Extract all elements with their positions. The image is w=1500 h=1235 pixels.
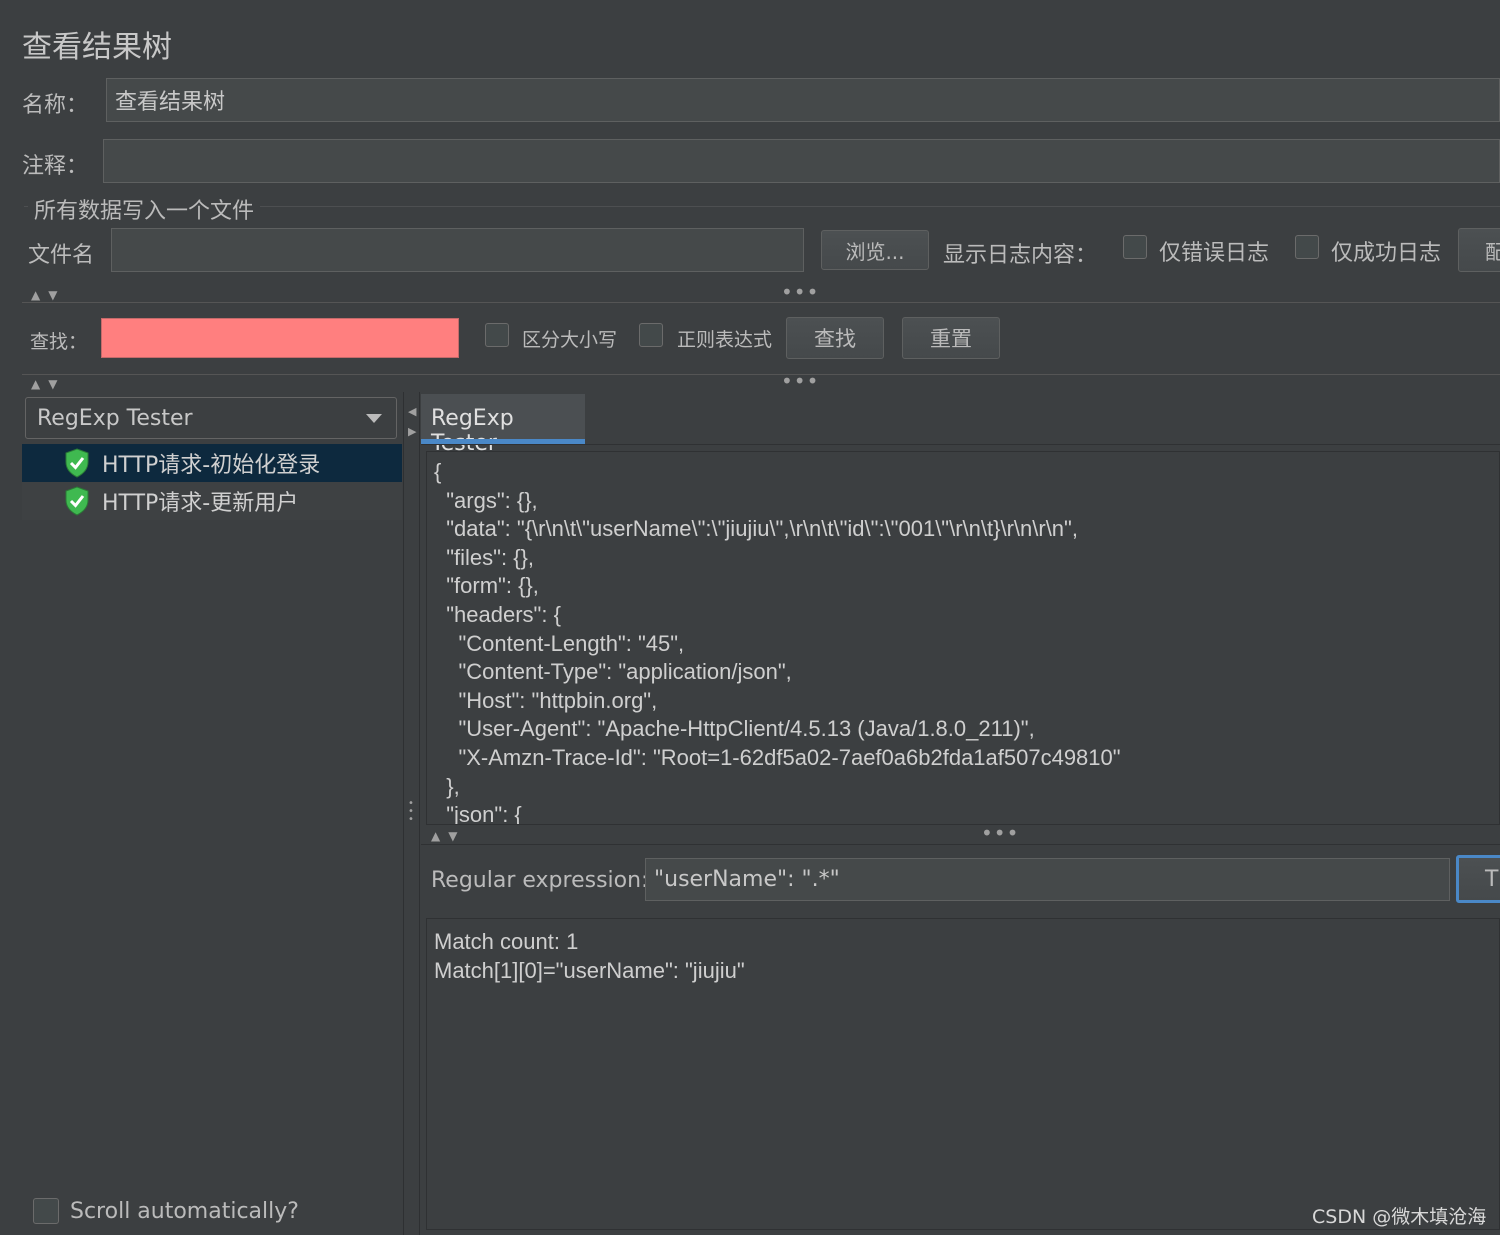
response-line: "Content-Type": "application/json", [434, 659, 792, 685]
browse-button[interactable]: 浏览... [821, 230, 929, 270]
renderer-select-value: RegExp Tester [37, 405, 193, 431]
result-line: Match count: 1 [434, 929, 579, 954]
response-line: "headers": { [434, 601, 561, 627]
tree-item[interactable]: HTTP请求-初始化登录 [22, 444, 402, 482]
tab-regexp-tester[interactable]: RegExp Tester [421, 394, 585, 456]
response-line: "Host": "httpbin.org", [434, 687, 658, 713]
splitter-grip-icon[interactable]: ••• [781, 282, 819, 302]
splitter-grip-icon[interactable]: ••• [981, 823, 1019, 843]
tree-item-label: HTTP请求-初始化登录 [102, 453, 321, 478]
chevron-down-icon [366, 414, 382, 423]
response-line: "data": "{\r\n\t\"userName\":\"jiujiu\",… [434, 516, 1078, 542]
configure-button[interactable]: 配 [1458, 228, 1500, 272]
file-section-legend: 所有数据写入一个文件 [28, 193, 261, 225]
response-line: "User-Agent": "Apache-HttpClient/4.5.13 … [434, 716, 1035, 742]
splitter-line [22, 374, 1500, 375]
log-content-label: 显示日志内容： [943, 243, 1098, 268]
match-result-area[interactable]: Match count: 1 Match[1][0]="userName": "… [426, 918, 1500, 1230]
response-line: "form": {}, [434, 573, 539, 599]
tree-item[interactable]: HTTP请求-更新用户 [22, 482, 402, 520]
comment-input[interactable] [103, 139, 1500, 183]
divider-grip-icon[interactable]: • • • [408, 799, 414, 825]
regex-input[interactable]: "userName": ".*" [645, 858, 1450, 901]
tab-label: RegExp Tester [431, 406, 514, 456]
response-line: "json": { [434, 802, 522, 825]
regex-label: Regular expression: [431, 868, 649, 893]
success-only-checkbox[interactable] [1295, 235, 1319, 259]
name-input[interactable]: 查看结果树 [106, 78, 1500, 122]
success-shield-icon [65, 448, 89, 478]
success-shield-icon [65, 486, 89, 516]
name-label: 名称： [22, 93, 89, 118]
comment-label: 注释： [22, 154, 89, 179]
tree-item-label: HTTP请求-更新用户 [102, 491, 299, 516]
regex-checkbox[interactable] [639, 323, 663, 347]
case-sensitive-label: 区分大小写 [522, 329, 618, 351]
reset-button[interactable]: 重置 [902, 317, 1000, 359]
response-line: "Content-Length": "45", [434, 630, 685, 656]
renderer-select[interactable]: RegExp Tester [25, 397, 397, 439]
response-text-area[interactable]: { "args": {}, "data": "{\r\n\t\"userName… [426, 451, 1500, 825]
response-line: "X-Amzn-Trace-Id": "Root=1-62df5a02-7aef… [434, 744, 1121, 770]
watermark: CSDN @微木填沧海 [1312, 1206, 1487, 1228]
response-line: "files": {}, [434, 544, 534, 570]
splitter-collapse-arrows[interactable]: ▲▼ [31, 378, 65, 390]
test-button[interactable]: T [1456, 855, 1500, 903]
splitter-collapse-arrows[interactable]: ▲▼ [31, 289, 65, 301]
search-label: 查找： [30, 331, 88, 353]
response-line: }, [434, 773, 460, 799]
tab-bar-border [421, 444, 1500, 445]
errors-only-label: 仅错误日志 [1159, 241, 1270, 266]
scroll-auto-label: Scroll automatically? [70, 1199, 299, 1224]
response-line: { [434, 459, 442, 484]
panel-divider [403, 392, 404, 1235]
success-only-label: 仅成功日志 [1331, 241, 1442, 266]
splitter-line [22, 302, 1500, 303]
find-button[interactable]: 查找 [786, 317, 884, 359]
case-sensitive-checkbox[interactable] [485, 323, 509, 347]
search-input[interactable] [101, 318, 459, 358]
scroll-auto-checkbox[interactable] [33, 1198, 59, 1224]
splitter-grip-icon[interactable]: ••• [781, 371, 819, 391]
panel-title: 查看结果树 [22, 30, 172, 65]
filename-label: 文件名 [28, 243, 95, 268]
regex-label: 正则表达式 [677, 329, 773, 351]
response-line: "args": {}, [434, 487, 538, 513]
filename-input[interactable] [111, 228, 804, 272]
splitter-collapse-arrows[interactable]: ▲▼ [431, 830, 465, 842]
divider-collapse-arrows[interactable]: ◀ ▶ [408, 402, 418, 442]
errors-only-checkbox[interactable] [1123, 235, 1147, 259]
result-line: Match[1][0]="userName": "jiujiu" [434, 958, 745, 983]
panel-divider [419, 392, 420, 1235]
splitter-line [421, 844, 1500, 845]
